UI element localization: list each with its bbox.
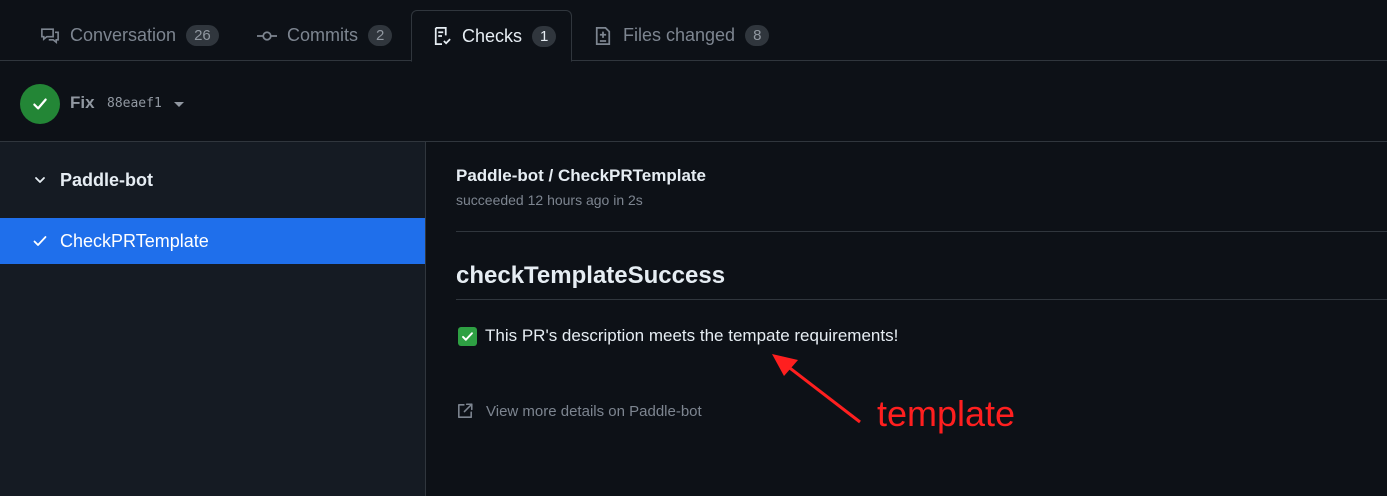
- commit-header: Fix 88eaef1: [0, 62, 1387, 142]
- tab-files-changed-count: 8: [745, 25, 770, 46]
- tab-conversation-label: Conversation: [70, 25, 177, 45]
- check-run-status: succeeded 12 hours ago in 2s: [456, 192, 643, 208]
- checklist-icon: [432, 26, 452, 46]
- tab-files-changed[interactable]: Files changed 8: [593, 10, 770, 61]
- check-summary-heading: checkTemplateSuccess: [456, 262, 726, 289]
- git-commit-icon: [257, 26, 277, 46]
- tab-checks-label: Checks: [462, 25, 523, 46]
- tab-checks[interactable]: Checks 1: [411, 10, 572, 62]
- pr-tabs: Conversation 26 Commits 2 Checks 1 Files…: [0, 0, 1387, 62]
- annotation-arrow: [772, 354, 861, 424]
- tab-conversation-count: 26: [186, 25, 219, 46]
- divider: [456, 231, 1387, 232]
- tab-files-changed-label: Files changed: [623, 25, 736, 45]
- check-details-panel: Paddle-bot / CheckPRTemplate succeeded 1…: [426, 142, 1387, 496]
- view-details-link[interactable]: View more details on Paddle-bot: [456, 402, 702, 420]
- tab-conversation[interactable]: Conversation 26: [40, 10, 219, 61]
- link-external-icon: [456, 402, 474, 420]
- check-run-title: Paddle-bot / CheckPRTemplate: [456, 166, 707, 185]
- annotation-label: template: [877, 393, 1016, 434]
- commit-sha[interactable]: 88eaef1: [107, 96, 162, 111]
- sidebar-item-checkprtemplate[interactable]: CheckPRTemplate: [0, 218, 425, 264]
- commit-title: Fix: [70, 93, 95, 112]
- success-status-icon: [20, 84, 60, 124]
- view-details-label: View more details on Paddle-bot: [486, 402, 702, 420]
- check-group-label: Paddle-bot: [60, 169, 153, 190]
- file-diff-icon: [593, 26, 613, 46]
- white-check-mark-icon: [458, 326, 477, 346]
- checks-sidebar: Paddle-bot CheckPRTemplate: [0, 142, 426, 496]
- check-group-header[interactable]: Paddle-bot: [0, 142, 425, 218]
- tab-checks-count: 1: [532, 25, 557, 47]
- comment-discussion-icon: [40, 26, 60, 46]
- divider: [456, 299, 1387, 300]
- caret-down-icon[interactable]: [174, 102, 184, 107]
- check-icon: [32, 233, 48, 249]
- sidebar-item-label: CheckPRTemplate: [60, 230, 209, 251]
- chevron-down-icon: [32, 172, 48, 188]
- tab-commits-count: 2: [368, 25, 393, 46]
- tab-commits[interactable]: Commits 2: [257, 10, 393, 61]
- tab-commits-label: Commits: [287, 25, 358, 45]
